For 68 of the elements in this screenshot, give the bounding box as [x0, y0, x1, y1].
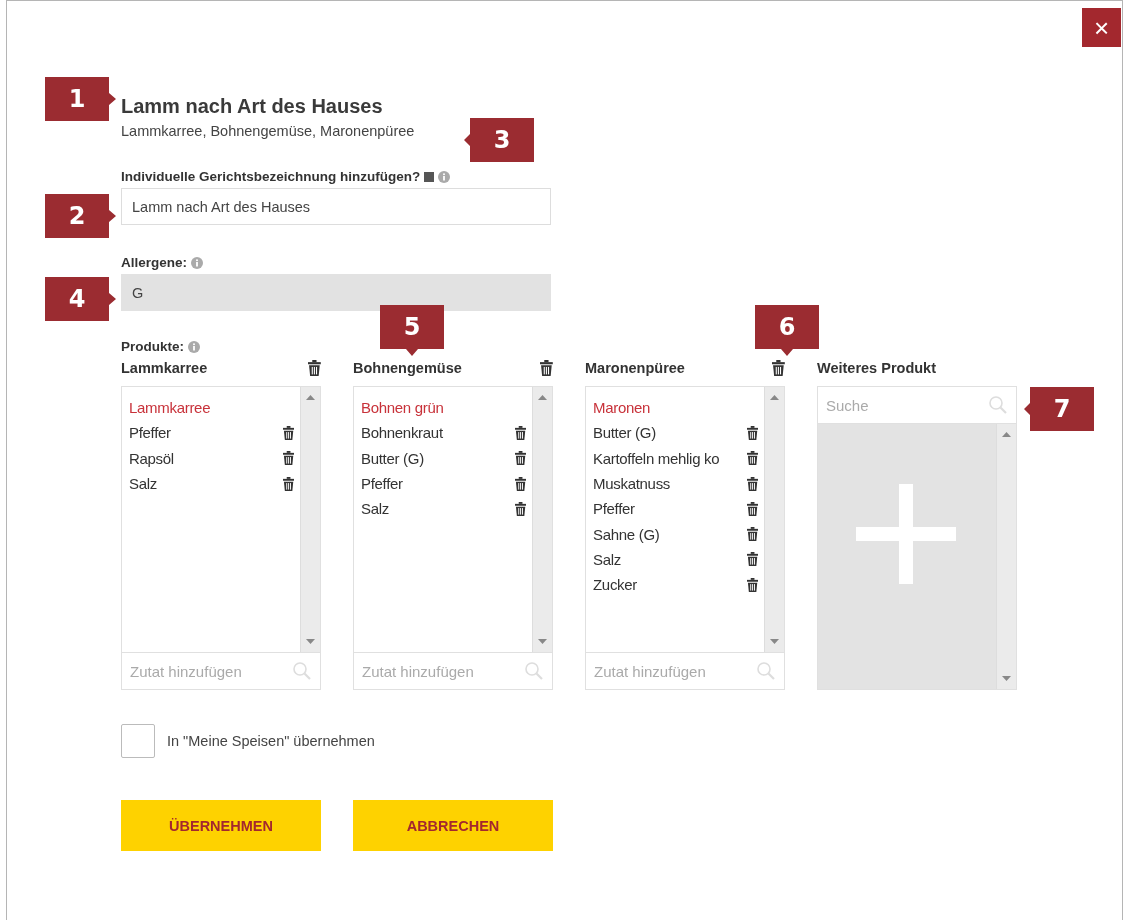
info-icon[interactable]: [188, 340, 200, 353]
trash-icon[interactable]: [746, 476, 758, 491]
product-title: Weiteres Produkt: [817, 360, 936, 376]
scroll-down-icon[interactable]: [306, 639, 315, 644]
scroll-up-icon[interactable]: [306, 395, 315, 400]
custom-name-checkbox[interactable]: [424, 171, 435, 182]
info-icon[interactable]: [191, 256, 204, 269]
ingredient-name[interactable]: Pfeffer: [129, 424, 171, 442]
field-label: Allergene:: [121, 255, 188, 270]
callout-marker: 7: [1024, 387, 1094, 431]
product-title: Lammkarree: [121, 360, 208, 376]
ingredient-name[interactable]: Butter (G): [361, 449, 424, 467]
field-label: Individuelle Gerichtsbezeichnung hinzufügen?: [121, 169, 421, 184]
ingredient-name[interactable]: Pfeffer: [361, 475, 403, 493]
scroll-down-icon[interactable]: [538, 639, 547, 644]
callout-marker: 6: [755, 305, 819, 356]
scroll-down-icon[interactable]: [1002, 676, 1011, 681]
product-name[interactable]: Maronen: [593, 399, 651, 417]
trash-icon[interactable]: [746, 501, 758, 516]
trash-icon[interactable]: [746, 451, 758, 466]
trash-icon[interactable]: [308, 360, 321, 376]
trash-icon[interactable]: [746, 552, 758, 567]
products-label: Produkte:: [121, 339, 184, 354]
trash-icon[interactable]: [746, 527, 758, 542]
ingredient-name[interactable]: Bohnenkraut: [361, 424, 443, 442]
cancel-button[interactable]: ABBRECHEN: [353, 800, 553, 851]
scroll-up-icon[interactable]: [1002, 432, 1011, 437]
trash-icon[interactable]: [746, 577, 758, 592]
trash-icon[interactable]: [514, 451, 526, 466]
ingredient-name[interactable]: Salz: [593, 550, 621, 568]
callout-marker: 5: [380, 305, 444, 356]
trash-icon[interactable]: [540, 360, 553, 376]
ingredient-name[interactable]: Salz: [361, 500, 389, 518]
ingredient-name[interactable]: Zucker: [593, 576, 638, 594]
scrollbar[interactable]: [532, 387, 552, 652]
allergens-field: G: [121, 274, 551, 311]
trash-icon[interactable]: [746, 425, 758, 440]
product-title: Maronenpüree: [585, 360, 685, 376]
trash-icon[interactable]: [514, 476, 526, 491]
trash-icon[interactable]: [772, 360, 785, 376]
ingredient-name[interactable]: Muskatnuss: [593, 475, 671, 493]
callout-marker: 3: [464, 118, 534, 162]
trash-icon[interactable]: [514, 425, 526, 440]
trash-icon[interactable]: [282, 476, 294, 491]
product-name[interactable]: Bohnen grün: [361, 399, 444, 417]
apply-button[interactable]: ÜBERNEHMEN: [121, 800, 321, 851]
close-button[interactable]: ×: [1082, 8, 1121, 47]
dish-title: Lamm nach Art des Hauses: [121, 95, 384, 117]
custom-name-field[interactable]: Lamm nach Art des Hauses: [121, 188, 551, 225]
trash-icon[interactable]: [514, 501, 526, 516]
ingredient-name[interactable]: Rapsöl: [129, 449, 174, 467]
scrollbar[interactable]: [996, 424, 1016, 689]
ingredient-name[interactable]: Salz: [129, 475, 157, 493]
checkbox[interactable]: [121, 724, 155, 758]
checkbox-label: In "Meine Speisen" übernehmen: [167, 733, 375, 749]
ingredient-name[interactable]: Butter (G): [593, 424, 656, 442]
trash-icon[interactable]: [282, 451, 294, 466]
ingredient-name[interactable]: Sahne (G): [593, 525, 660, 543]
scroll-up-icon[interactable]: [770, 395, 779, 400]
product-name[interactable]: Lammkarree: [129, 399, 211, 417]
scrollbar[interactable]: [764, 387, 784, 652]
trash-icon[interactable]: [282, 425, 294, 440]
product-title: Bohnengemüse: [353, 360, 462, 376]
scroll-up-icon[interactable]: [538, 395, 547, 400]
ingredient-name[interactable]: Kartoffeln mehlig ko: [593, 449, 720, 467]
ingredient-name[interactable]: Pfeffer: [593, 500, 635, 518]
scroll-down-icon[interactable]: [770, 639, 779, 644]
scrollbar[interactable]: [300, 387, 320, 652]
